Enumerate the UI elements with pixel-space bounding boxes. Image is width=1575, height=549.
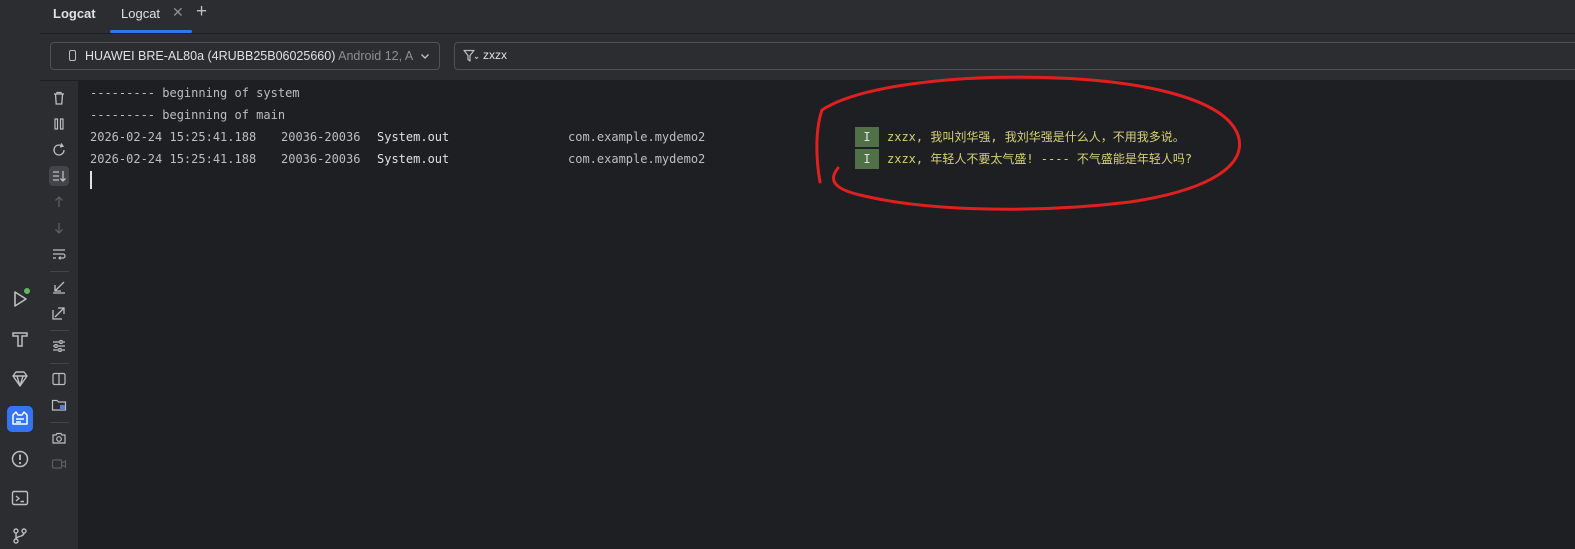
tool-window-tab-bar: Logcat Logcat ✕ + [40,0,1575,34]
filter-icon[interactable] [463,49,479,63]
toolbar-separator [50,422,69,423]
device-name: HUAWEI BRE-AL80a (4RUBB25B06025660) Andr… [85,49,414,63]
chevron-down-icon [421,54,429,59]
log-datetime: 2026-02-24 15:25:41.188 [90,152,257,166]
export-icon[interactable] [49,303,69,323]
device-selector[interactable]: HUAWEI BRE-AL80a (4RUBB25B06025660) Andr… [50,42,440,70]
log-package: com.example.mydemo2 [568,130,706,144]
log-entry-row[interactable]: 2026-02-24 15:25:41.188 20036-20036 Syst… [90,148,1290,170]
log-tag: System.out [377,130,450,144]
phone-icon [69,50,76,61]
restart-icon[interactable] [49,140,69,160]
device-detail: Android 12, A [335,49,414,63]
activity-rail [0,0,41,549]
text-caret [90,171,92,189]
log-message: zxzx, 我叫刘华强, 我刘华强是什么人，不用我多说。 [887,130,1185,144]
log-header-line: --------- beginning of main [90,108,286,122]
filter-query: zxzx [483,48,507,62]
pause-icon[interactable] [49,114,69,134]
log-tag: System.out [377,152,450,166]
toolbar-separator [50,330,69,331]
log-package: com.example.mydemo2 [568,152,706,166]
soft-wrap-icon[interactable] [49,244,69,264]
up-arrow-icon[interactable] [49,192,69,212]
logcat-tool-strip [40,81,79,549]
screen-record-icon[interactable] [49,454,69,474]
scroll-to-end-icon[interactable] [49,166,69,186]
git-branch-icon[interactable] [8,524,32,548]
log-header-line: --------- beginning of system [90,86,300,100]
import-icon[interactable] [49,277,69,297]
logcat-output[interactable]: --------- beginning of system --------- … [79,81,1575,549]
toolbar-separator [50,363,69,364]
run-icon[interactable] [8,287,32,311]
active-tab-indicator [110,30,192,33]
tab-logcat-label: Logcat [121,6,161,21]
add-tab-icon[interactable]: + [196,1,207,23]
logcat-icon[interactable] [7,406,33,432]
settings-sliders-icon[interactable] [49,336,69,356]
log-datetime: 2026-02-24 15:25:41.188 [90,130,257,144]
clear-logcat-icon[interactable] [49,88,69,108]
screenshot-icon[interactable] [49,428,69,448]
log-pid-tid: 20036-20036 [281,152,361,166]
build-hammer-icon[interactable] [8,327,32,351]
log-message: zxzx, 年轻人不要太气盛! ---- 不气盛能是年轻人吗? [887,152,1193,166]
problems-icon[interactable] [8,447,32,471]
log-entry-row[interactable]: 2026-02-24 15:25:41.188 20036-20036 Syst… [90,126,1290,148]
close-tab-icon[interactable]: ✕ [172,4,184,21]
terminal-icon[interactable] [8,486,32,510]
down-arrow-icon[interactable] [49,218,69,238]
log-level-badge: I [855,127,879,147]
toolbar-separator [50,271,69,272]
split-panels-icon[interactable] [49,369,69,389]
log-pid-tid: 20036-20036 [281,130,361,144]
device-explorer-icon[interactable] [49,395,69,415]
logcat-toolbar: HUAWEI BRE-AL80a (4RUBB25B06025660) Andr… [40,34,1575,81]
logcat-filter-input[interactable]: zxzx [454,42,1575,70]
gem-icon[interactable] [8,367,32,391]
tool-window-title: Logcat [53,6,96,21]
log-level-badge: I [855,149,879,169]
tab-logcat[interactable]: Logcat ✕ [110,0,192,33]
